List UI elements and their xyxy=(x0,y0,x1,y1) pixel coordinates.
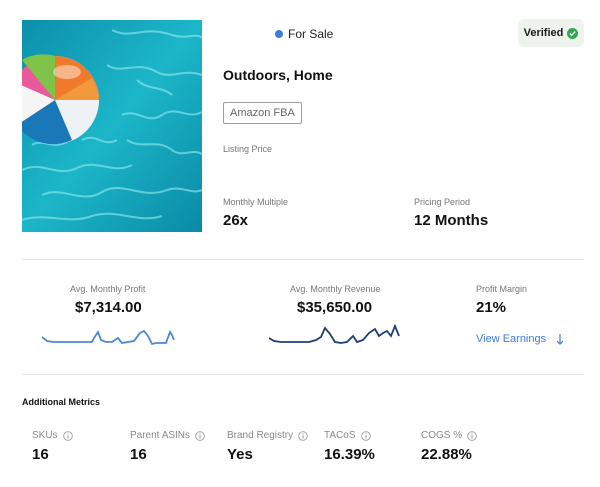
info-icon[interactable] xyxy=(62,430,73,441)
verified-badge: Verified xyxy=(518,19,584,47)
monthly-multiple-value: 26x xyxy=(223,212,249,229)
metric-label-text: Parent ASINs xyxy=(130,430,191,441)
avg-monthly-profit-value: $7,314.00 xyxy=(75,299,142,316)
metric-label-cogs: COGS % xyxy=(421,430,477,441)
metric-value-cogs: 22.88% xyxy=(421,446,472,463)
divider xyxy=(22,259,584,260)
metric-label-tacos: TACoS xyxy=(324,430,371,441)
verified-label: Verified xyxy=(523,27,564,39)
status-dot-icon xyxy=(275,30,283,38)
divider xyxy=(22,374,584,375)
listing-status: For Sale xyxy=(275,27,333,41)
metric-value-skus: 16 xyxy=(32,446,49,463)
metric-value-parent-asins: 16 xyxy=(130,446,147,463)
profit-margin-value: 21% xyxy=(476,299,507,316)
metric-label-text: TACoS xyxy=(324,430,356,441)
pricing-period-label: Pricing Period xyxy=(414,197,471,207)
profit-margin-label: Profit Margin xyxy=(476,284,528,294)
arrow-down-icon xyxy=(556,333,564,345)
status-label: For Sale xyxy=(288,27,334,41)
fulfillment-badge: Amazon FBA xyxy=(223,102,302,124)
info-icon[interactable] xyxy=(360,430,371,441)
pricing-period-value: 12 Months xyxy=(414,212,489,229)
view-earnings-link[interactable]: View Earnings xyxy=(476,333,564,345)
revenue-sparkline xyxy=(269,324,400,344)
pool-beach-ball-image xyxy=(22,20,202,232)
info-icon[interactable] xyxy=(195,430,205,441)
metric-label-text: SKUs xyxy=(32,430,58,441)
listing-image xyxy=(22,20,202,232)
metric-label-text: COGS % xyxy=(421,430,463,441)
metric-value-brand-registry: Yes xyxy=(227,446,253,463)
metric-label-skus: SKUs xyxy=(32,430,73,441)
check-circle-icon xyxy=(567,27,579,39)
monthly-multiple-label: Monthly Multiple xyxy=(223,197,289,207)
metric-label-parent-asins: Parent ASINs xyxy=(130,430,205,441)
avg-monthly-revenue-value: $35,650.00 xyxy=(297,299,373,316)
info-icon[interactable] xyxy=(298,430,308,441)
avg-monthly-profit-label: Avg. Monthly Profit xyxy=(70,284,146,294)
metric-value-tacos: 16.39% xyxy=(324,446,375,463)
metric-label-brand-registry: Brand Registry xyxy=(227,430,308,441)
metric-label-text: Brand Registry xyxy=(227,430,294,441)
view-earnings-label: View Earnings xyxy=(476,333,547,345)
listing-price-label: Listing Price xyxy=(223,144,273,154)
listing-category: Outdoors, Home xyxy=(223,67,333,83)
additional-metrics-title: Additional Metrics xyxy=(22,397,101,407)
info-icon[interactable] xyxy=(467,430,477,441)
avg-monthly-revenue-label: Avg. Monthly Revenue xyxy=(290,284,381,294)
profit-sparkline xyxy=(42,329,175,346)
